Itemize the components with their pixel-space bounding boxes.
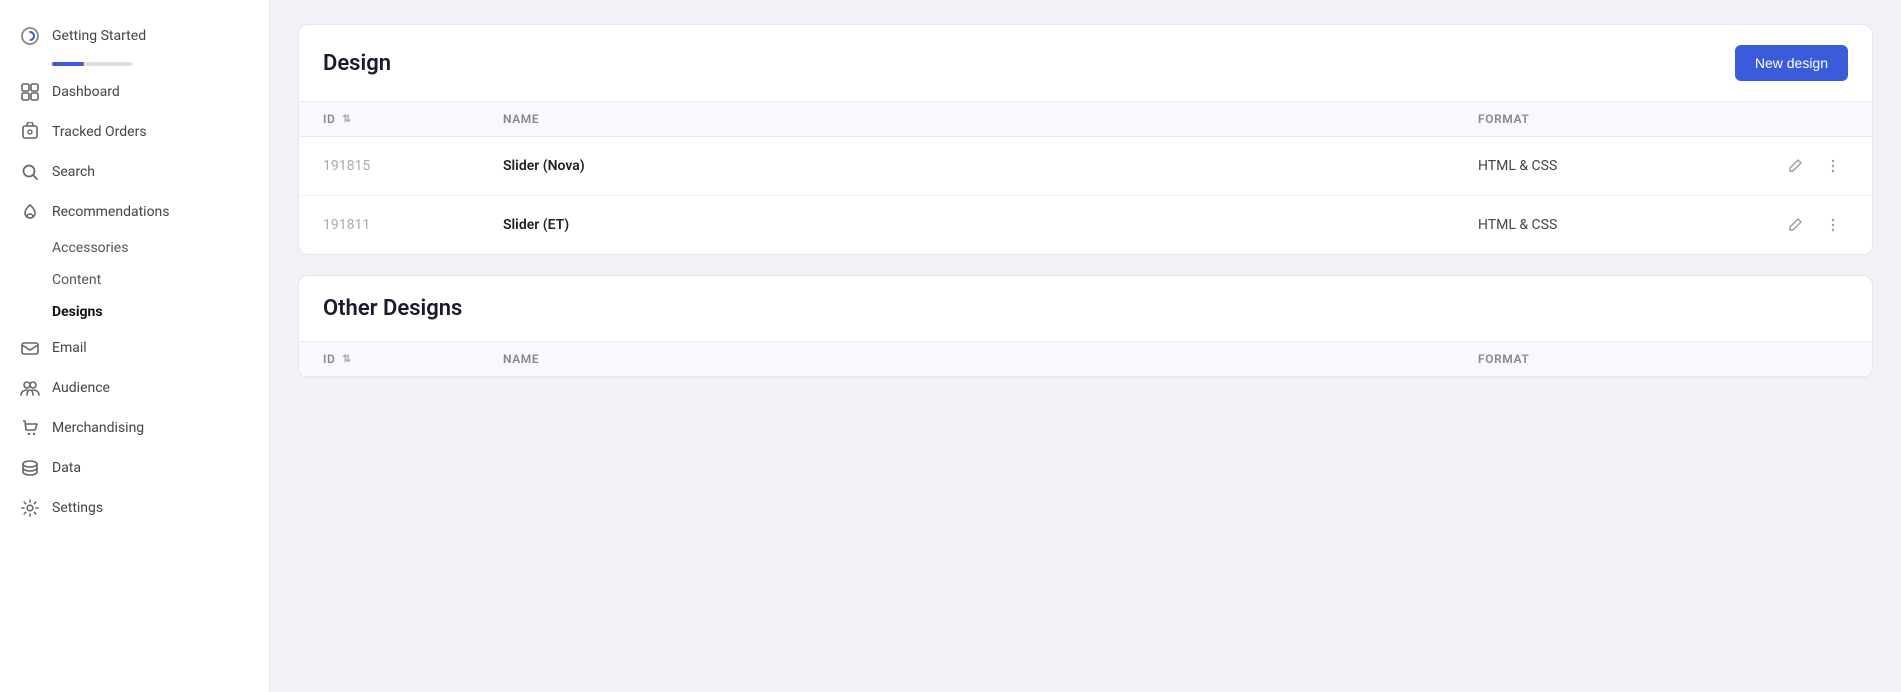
dashboard-icon: [20, 82, 40, 102]
col-header-actions: [1778, 112, 1848, 126]
more-options-icon[interactable]: [1818, 210, 1848, 240]
main-content: Design New design ID ⇅ NAME FORMAT 19181…: [270, 0, 1901, 692]
col-header-id: ID ⇅: [323, 112, 503, 126]
sidebar-item-label: Getting Started: [52, 28, 146, 44]
sidebar-item-label: Settings: [52, 500, 103, 516]
sidebar-item-merchandising[interactable]: Merchandising: [0, 408, 269, 448]
cell-name: Slider (Nova): [503, 158, 1478, 174]
cell-name: Slider (ET): [503, 217, 1478, 233]
tracked-orders-icon: [20, 122, 40, 142]
table-row: 191815 Slider (Nova) HTML & CSS: [299, 137, 1872, 196]
sidebar-item-data[interactable]: Data: [0, 448, 269, 488]
other-designs-card-header: Other Designs: [299, 276, 1872, 342]
sidebar-sub-item-accessories[interactable]: Accessories: [0, 232, 269, 264]
email-icon: [20, 338, 40, 358]
cell-format: HTML & CSS: [1478, 158, 1778, 174]
design-table: ID ⇅ NAME FORMAT 191815 Slider (Nova) HT…: [299, 102, 1872, 254]
design-table-header: ID ⇅ NAME FORMAT: [299, 102, 1872, 137]
sidebar-item-dashboard[interactable]: Dashboard: [0, 72, 269, 112]
other-designs-table: ID ⇅ NAME FORMAT: [299, 342, 1872, 377]
other-designs-table-header: ID ⇅ NAME FORMAT: [299, 342, 1872, 377]
cell-actions: [1778, 210, 1848, 240]
col-header-format: FORMAT: [1478, 112, 1778, 126]
design-card: Design New design ID ⇅ NAME FORMAT 19181…: [298, 24, 1873, 255]
sidebar: Getting Started Dashboard Tracked Order: [0, 0, 270, 692]
progress-bar-fill: [52, 62, 84, 66]
col-header-name: NAME: [503, 112, 1478, 126]
settings-icon: [20, 498, 40, 518]
sidebar-item-audience[interactable]: Audience: [0, 368, 269, 408]
sidebar-item-label: Data: [52, 460, 81, 476]
col-header-id: ID ⇅: [323, 352, 503, 366]
col-header-actions: [1778, 352, 1848, 366]
cell-id: 191811: [323, 217, 503, 233]
sidebar-item-label: Search: [52, 164, 95, 180]
merchandising-icon: [20, 418, 40, 438]
edit-icon[interactable]: [1780, 210, 1810, 240]
sidebar-item-settings[interactable]: Settings: [0, 488, 269, 528]
other-designs-card: Other Designs ID ⇅ NAME FORMAT: [298, 275, 1873, 378]
sidebar-item-label: Merchandising: [52, 420, 144, 436]
recommendations-icon: [20, 202, 40, 222]
sidebar-item-email[interactable]: Email: [0, 328, 269, 368]
new-design-button[interactable]: New design: [1735, 45, 1848, 81]
more-options-icon[interactable]: [1818, 151, 1848, 181]
other-designs-card-title: Other Designs: [323, 296, 462, 321]
sidebar-item-label: Email: [52, 340, 87, 356]
sidebar-item-tracked-orders[interactable]: Tracked Orders: [0, 112, 269, 152]
sidebar-item-recommendations[interactable]: Recommendations: [0, 192, 269, 232]
sidebar-item-search[interactable]: Search: [0, 152, 269, 192]
progress-bar: [52, 62, 132, 66]
sort-icon[interactable]: ⇅: [342, 354, 351, 365]
sort-icon[interactable]: ⇅: [342, 114, 351, 125]
cell-format: HTML & CSS: [1478, 217, 1778, 233]
sidebar-item-label: Dashboard: [52, 84, 120, 100]
col-header-format: FORMAT: [1478, 352, 1778, 366]
sidebar-sub-item-content[interactable]: Content: [0, 264, 269, 296]
circle-progress-icon: [20, 26, 40, 46]
cell-id: 191815: [323, 158, 503, 174]
cell-actions: [1778, 151, 1848, 181]
sidebar-item-label: Tracked Orders: [52, 124, 147, 140]
audience-icon: [20, 378, 40, 398]
edit-icon[interactable]: [1780, 151, 1810, 181]
search-icon: [20, 162, 40, 182]
col-header-name: NAME: [503, 352, 1478, 366]
data-icon: [20, 458, 40, 478]
design-card-title: Design: [323, 51, 391, 76]
design-card-header: Design New design: [299, 25, 1872, 102]
table-row: 191811 Slider (ET) HTML & CSS: [299, 196, 1872, 254]
sidebar-item-getting-started[interactable]: Getting Started: [0, 16, 269, 72]
sidebar-item-label: Recommendations: [52, 204, 170, 220]
sidebar-item-label: Audience: [52, 380, 110, 396]
sidebar-sub-item-designs[interactable]: Designs: [0, 296, 269, 328]
